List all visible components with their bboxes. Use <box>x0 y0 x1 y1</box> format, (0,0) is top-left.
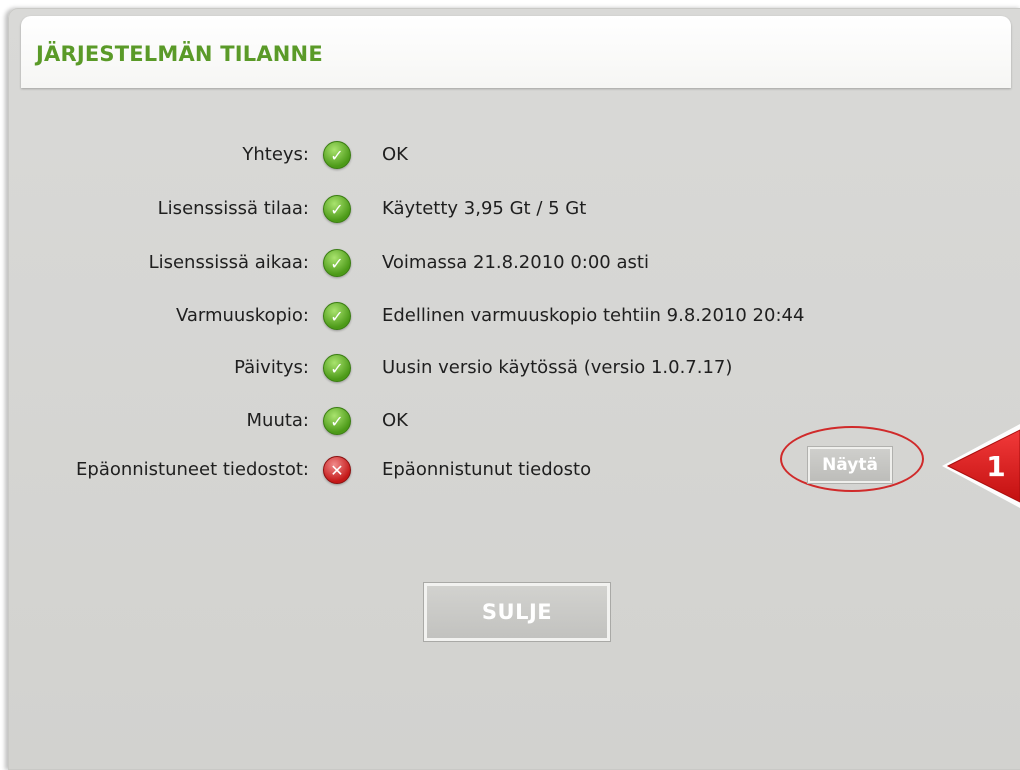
row-label: Päivitys: <box>234 357 309 378</box>
row-value: Voimassa 21.8.2010 0:00 asti <box>382 252 649 273</box>
row-label: Muuta: <box>246 410 310 431</box>
check-icon: ✓ <box>323 354 351 382</box>
cross-icon: ✕ <box>323 456 351 484</box>
dialog-title-bar: JÄRJESTELMÄN TILANNE <box>21 16 1011 88</box>
system-status-dialog <box>8 8 1020 770</box>
row-value: Käytetty 3,95 Gt / 5 Gt <box>382 198 587 219</box>
callout-marker: 1 <box>942 424 1020 508</box>
status-row-update: Päivitys: ✓ Uusin versio käytössä (versi… <box>0 349 1012 389</box>
row-label: Lisenssissä tilaa: <box>157 198 309 219</box>
status-row-license-space: Lisenssissä tilaa: ✓ Käytetty 3,95 Gt / … <box>0 190 1012 230</box>
row-value: OK <box>382 144 408 165</box>
status-row-backup: Varmuuskopio: ✓ Edellinen varmuuskopio t… <box>0 297 1012 337</box>
dialog-title: JÄRJESTELMÄN TILANNE <box>36 42 323 66</box>
row-label: Epäonnistuneet tiedostot: <box>76 459 309 480</box>
check-icon: ✓ <box>323 195 351 223</box>
callout-number: 1 <box>986 450 1005 483</box>
check-icon: ✓ <box>323 302 351 330</box>
show-failed-files-button[interactable]: Näytä <box>807 446 893 484</box>
check-icon: ✓ <box>323 249 351 277</box>
row-value: Uusin versio käytössä (versio 1.0.7.17) <box>382 357 733 378</box>
row-value: Epäonnistunut tiedosto <box>382 459 592 480</box>
row-label: Yhteys: <box>242 144 309 165</box>
close-button[interactable]: SULJE <box>423 582 611 642</box>
row-label: Varmuuskopio: <box>175 305 309 326</box>
status-row-connection: Yhteys: ✓ OK <box>0 136 1012 176</box>
row-label: Lisenssissä aikaa: <box>148 252 309 273</box>
row-value: Edellinen varmuuskopio tehtiin 9.8.2010 … <box>382 305 805 326</box>
row-value: OK <box>382 410 408 431</box>
check-icon: ✓ <box>323 141 351 169</box>
check-icon: ✓ <box>323 407 351 435</box>
status-row-license-time: Lisenssissä aikaa: ✓ Voimassa 21.8.2010 … <box>0 244 1012 284</box>
